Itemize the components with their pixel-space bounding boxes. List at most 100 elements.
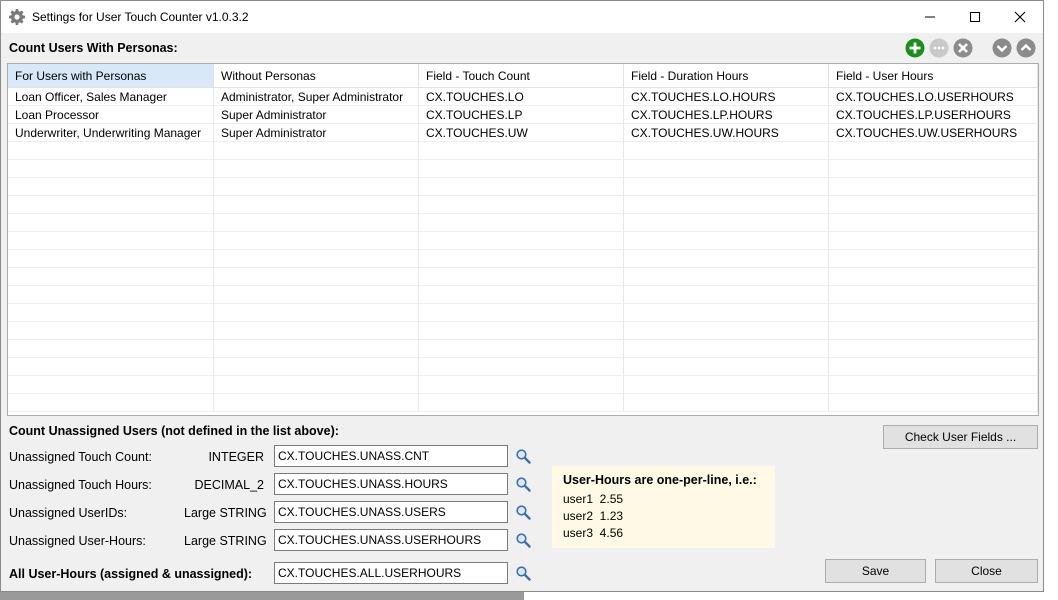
- empty-table-cell: [829, 340, 1038, 358]
- unassigned-touch-hours-field[interactable]: [274, 473, 508, 495]
- empty-table-cell: [419, 160, 624, 178]
- empty-table-cell: [624, 394, 829, 412]
- table-cell[interactable]: CX.TOUCHES.UW.USERHOURS: [829, 124, 1038, 142]
- table-cell[interactable]: CX.TOUCHES.LP: [419, 106, 624, 124]
- empty-table-cell: [8, 322, 214, 340]
- all-user-hours-field[interactable]: [274, 562, 508, 584]
- note-title: User-Hours are one-per-line, i.e.:: [563, 473, 757, 487]
- column-header-without-personas[interactable]: Without Personas: [214, 64, 419, 88]
- empty-table-cell: [8, 196, 214, 214]
- empty-table-cell: [214, 178, 419, 196]
- table-cell[interactable]: Super Administrator: [214, 124, 419, 142]
- unassigned-touch-count-label: Unassigned Touch Count:: [9, 450, 152, 464]
- column-header-for-personas[interactable]: For Users with Personas: [8, 64, 214, 88]
- check-user-fields-button[interactable]: Check User Fields ...: [883, 425, 1038, 449]
- search-icon[interactable]: [515, 565, 531, 581]
- save-button[interactable]: Save: [825, 559, 926, 583]
- column-header-duration-hours[interactable]: Field - Duration Hours: [624, 64, 829, 88]
- empty-table-cell: [419, 376, 624, 394]
- title-bar: Settings for User Touch Counter v1.0.3.2: [1, 1, 1043, 33]
- table-cell[interactable]: CX.TOUCHES.LP.USERHOURS: [829, 106, 1038, 124]
- empty-table-cell: [8, 394, 214, 412]
- move-down-icon[interactable]: [992, 38, 1012, 58]
- maximize-button[interactable]: [952, 1, 998, 33]
- empty-table-cell: [419, 214, 624, 232]
- empty-table-cell: [8, 286, 214, 304]
- edit-icon[interactable]: [929, 38, 949, 58]
- empty-table-cell: [214, 214, 419, 232]
- search-icon[interactable]: [515, 532, 531, 548]
- search-icon[interactable]: [515, 476, 531, 492]
- empty-table-cell: [624, 340, 829, 358]
- unassigned-userids-type: Large STRING: [184, 506, 267, 520]
- empty-table-cell: [624, 286, 829, 304]
- unassigned-touch-count-field[interactable]: [274, 445, 508, 467]
- close-button[interactable]: Close: [935, 559, 1038, 583]
- table-cell[interactable]: Super Administrator: [214, 106, 419, 124]
- empty-table-cell: [214, 142, 419, 160]
- table-cell[interactable]: Loan Officer, Sales Manager: [8, 88, 214, 106]
- empty-table-cell: [624, 358, 829, 376]
- empty-table-cell: [214, 394, 419, 412]
- empty-table-cell: [829, 196, 1038, 214]
- add-icon[interactable]: [905, 38, 925, 58]
- table-cell[interactable]: CX.TOUCHES.UW.HOURS: [624, 124, 829, 142]
- empty-table-cell: [214, 196, 419, 214]
- maximize-icon: [970, 12, 980, 22]
- table-cell[interactable]: Administrator, Super Administrator: [214, 88, 419, 106]
- search-icon[interactable]: [515, 448, 531, 464]
- empty-table-cell: [829, 178, 1038, 196]
- close-window-button[interactable]: [997, 1, 1043, 33]
- table-cell[interactable]: Loan Processor: [8, 106, 214, 124]
- empty-table-cell: [419, 322, 624, 340]
- unassigned-userids-field[interactable]: [274, 501, 508, 523]
- empty-table-cell: [214, 304, 419, 322]
- empty-table-cell: [829, 394, 1038, 412]
- empty-table-cell: [214, 358, 419, 376]
- empty-table-cell: [8, 214, 214, 232]
- empty-table-cell: [829, 286, 1038, 304]
- empty-table-cell: [829, 250, 1038, 268]
- column-header-user-hours[interactable]: Field - User Hours: [829, 64, 1038, 88]
- empty-table-cell: [8, 232, 214, 250]
- empty-table-cell: [8, 178, 214, 196]
- empty-table-cell: [829, 232, 1038, 250]
- empty-table-cell: [8, 142, 214, 160]
- empty-table-cell: [419, 196, 624, 214]
- empty-table-cell: [214, 232, 419, 250]
- search-icon[interactable]: [515, 504, 531, 520]
- column-header-touch-count[interactable]: Field - Touch Count: [419, 64, 624, 88]
- remove-icon[interactable]: [953, 38, 973, 58]
- table-cell[interactable]: CX.TOUCHES.UW: [419, 124, 624, 142]
- user-hours-note: User-Hours are one-per-line, i.e.: user1…: [552, 466, 775, 548]
- personas-section-label: Count Users With Personas:: [9, 41, 178, 55]
- table-cell[interactable]: CX.TOUCHES.LO: [419, 88, 624, 106]
- table-cell[interactable]: CX.TOUCHES.LP.HOURS: [624, 106, 829, 124]
- empty-table-cell: [829, 160, 1038, 178]
- move-up-icon[interactable]: [1016, 38, 1036, 58]
- minimize-button[interactable]: [907, 1, 953, 33]
- empty-table-cell: [419, 358, 624, 376]
- empty-table-cell: [214, 376, 419, 394]
- empty-table-cell: [214, 322, 419, 340]
- empty-table-cell: [829, 268, 1038, 286]
- empty-table-cell: [419, 142, 624, 160]
- empty-table-cell: [829, 322, 1038, 340]
- close-icon: [1014, 11, 1026, 23]
- empty-table-cell: [214, 250, 419, 268]
- empty-table-cell: [419, 232, 624, 250]
- unassigned-touch-count-type: INTEGER: [208, 450, 264, 464]
- empty-table-cell: [8, 160, 214, 178]
- empty-table-cell: [8, 250, 214, 268]
- table-cell[interactable]: CX.TOUCHES.LO.HOURS: [624, 88, 829, 106]
- empty-table-cell: [829, 142, 1038, 160]
- unassigned-user-hours-field[interactable]: [274, 529, 508, 551]
- empty-table-cell: [214, 340, 419, 358]
- table-cell[interactable]: CX.TOUCHES.LO.USERHOURS: [829, 88, 1038, 106]
- unassigned-section-label: Count Unassigned Users (not defined in t…: [9, 424, 339, 438]
- personas-table[interactable]: For Users with Personas Without Personas…: [7, 63, 1039, 416]
- table-cell[interactable]: Underwriter, Underwriting Manager: [8, 124, 214, 142]
- empty-table-cell: [624, 304, 829, 322]
- unassigned-userids-label: Unassigned UserIDs:: [9, 506, 128, 520]
- empty-table-cell: [624, 178, 829, 196]
